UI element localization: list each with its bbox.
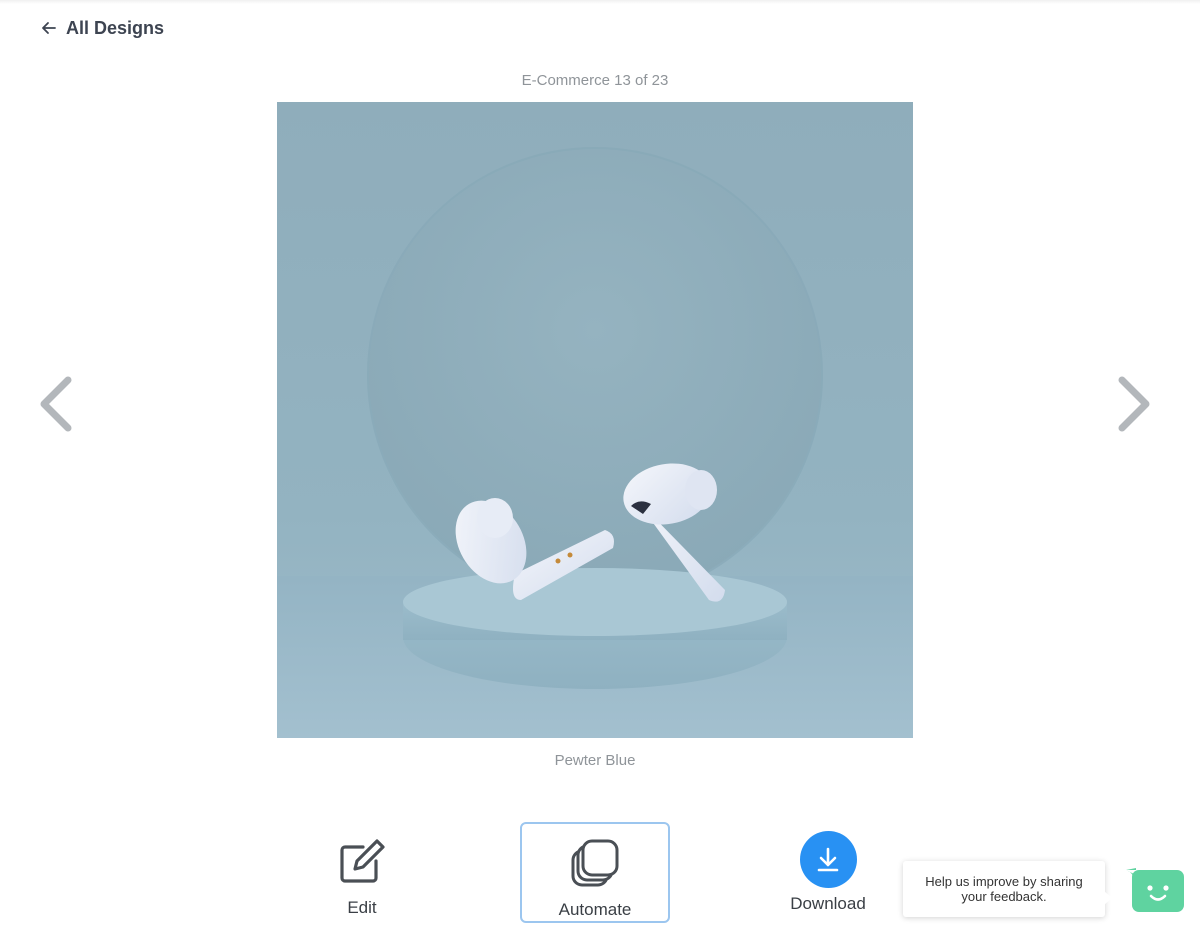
chevron-left-icon [40,376,72,432]
arrow-left-icon [42,22,56,34]
edit-pencil-icon [340,839,385,883]
design-counter: E-Commerce 13 of 23 [521,72,669,89]
download-arrow-icon [817,847,839,871]
feedback-line-2: your feedback. [961,889,1047,904]
back-to-all-designs-link[interactable]: All Designs [40,16,164,40]
edit-button[interactable]: Edit [312,822,412,922]
automate-label: Automate [558,900,632,919]
smiley-chat-icon [1126,868,1184,912]
back-label: All Designs [66,17,165,38]
stacked-layers-icon [571,839,619,887]
download-label: Download [790,894,866,913]
edit-label: Edit [347,898,377,917]
previous-design-button[interactable] [35,372,75,436]
feedback-line-1: Help us improve by sharing [925,874,1083,889]
design-name-caption: Pewter Blue [554,752,636,769]
design-preview-image [277,102,913,738]
download-button[interactable]: Download [778,822,878,922]
feedback-bot-button[interactable] [1126,868,1184,912]
feedback-prompt-bubble[interactable]: Help us improve by sharing your feedback… [903,861,1112,917]
next-design-button[interactable] [1115,372,1155,436]
automate-button[interactable]: Automate [520,822,670,923]
top-shadow [0,0,1200,4]
chevron-right-icon [1118,376,1150,432]
